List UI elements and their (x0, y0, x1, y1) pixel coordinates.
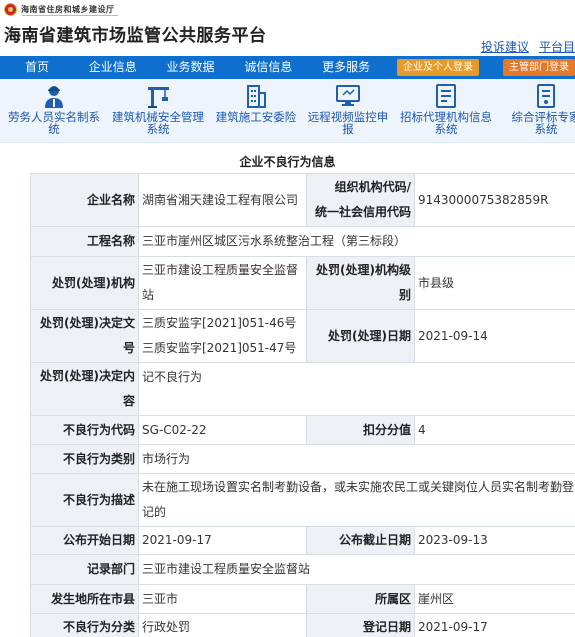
complaint-link[interactable]: 投诉建议 (481, 40, 529, 54)
table-row: 不良行为描述 未在施工现场设置实名制考勤设备，或未实施农民工或关键岗位人员实名制… (30, 473, 575, 527)
quick-link-expert-evaluation[interactable]: 综合评标专家 系统 (496, 83, 575, 135)
site-title: 海南省建筑市场监管公共服务平台 (4, 26, 267, 46)
agency-level-label: 处罚(处理)机构级别 (306, 256, 415, 310)
quick-link-machinery-safety[interactable]: 建筑机械安全管理 系统 (108, 83, 208, 135)
crane-icon (148, 87, 169, 108)
decision-content-value: 记不良行为 (138, 362, 575, 416)
city-value: 三亚市 (138, 584, 307, 614)
quick-link-label: 劳务人员实名制系统 (8, 110, 100, 136)
nav-enterprise-info[interactable]: 企业信息 (74, 56, 152, 79)
publish-end-label: 公布截止日期 (306, 526, 415, 555)
enterprise-login-button[interactable]: 企业及个人登录 (397, 59, 480, 76)
district-label: 所属区 (306, 584, 415, 614)
table-row: 企业名称 湖南省湘天建设工程有限公司 组织机构代码/统一社会信用代码 91430… (30, 173, 575, 227)
decision-content-label: 处罚(处理)决定内容 (30, 362, 139, 416)
violation-category-value: 市场行为 (138, 444, 575, 474)
table-row: 处罚(处理)机构 三亚市建设工程质量安全监督站 处罚(处理)机构级别 市县级 (30, 256, 575, 310)
quick-link-bidding-agency[interactable]: 招标代理机构信息 系统 (396, 83, 496, 135)
table-row: 处罚(处理)决定文号 三质安监字[2021]051-46号 三质安监字[2021]… (30, 309, 575, 363)
violation-info-table: 企业名称 湖南省湘天建设工程有限公司 组织机构代码/统一社会信用代码 91430… (30, 173, 575, 637)
nav-more-services[interactable]: 更多服务 (307, 56, 385, 79)
decision-number-label: 处罚(处理)决定文号 (30, 309, 139, 363)
table-row: 发生地所在市县 三亚市 所属区 崖州区 (30, 584, 575, 614)
table-row: 公布开始日期 2021-09-17 公布截止日期 2023-09-13 (30, 526, 575, 555)
table-row: 记录部门 三亚市建设工程质量安全监督站 (30, 554, 575, 585)
quick-link-labor-realname[interactable]: 劳务人员实名制系统 (4, 83, 104, 135)
quick-link-construction-safety[interactable]: 建筑施工安委险 (206, 83, 306, 123)
quick-link-video-monitoring[interactable]: 远程视频监控申报 (298, 83, 398, 135)
agency-label: 处罚(处理)机构 (30, 256, 139, 310)
quick-link-label: 建筑施工安委险 (215, 110, 297, 124)
violation-code-value: SG-C02-22 (138, 415, 307, 445)
district-value: 崖州区 (414, 584, 575, 614)
decision-number-value: 三质安监字[2021]051-46号 三质安监字[2021]051-47号 (138, 309, 307, 363)
org-code-label: 组织机构代码/统一社会信用代码 (306, 173, 415, 227)
quick-link-label: 建筑机械安全管理 系统 (112, 110, 204, 136)
emblem-icon (4, 3, 17, 16)
department-login-button[interactable]: 主管部门登录 (503, 59, 575, 76)
document-icon (436, 84, 456, 108)
record-dept-value: 三亚市建设工程质量安全监督站 (138, 554, 575, 585)
classification-value: 行政处罚 (138, 613, 307, 637)
table-row: 处罚(处理)决定内容 记不良行为 (30, 362, 575, 416)
quick-link-label: 招标代理机构信息 系统 (400, 110, 492, 136)
agency-level-value: 市县级 (414, 256, 575, 310)
building-icon (247, 85, 266, 108)
nav-credit-info[interactable]: 诚信信息 (229, 56, 307, 79)
worker-icon (45, 86, 63, 108)
top-links: 投诉建议 平台目 (471, 38, 575, 55)
project-name-value: 三亚市崖州区城区污水系统整治工程（第三标段） (138, 226, 575, 257)
table-row: 不良行为类别 市场行为 (30, 444, 575, 474)
quick-link-label: 综合评标专家 系统 (511, 110, 575, 136)
register-date-label: 登记日期 (306, 613, 415, 637)
nav-home[interactable]: 首页 (0, 56, 74, 79)
deduction-label: 扣分分值 (306, 415, 415, 445)
violation-description-value: 未在施工现场设置实名制考勤设备，或未实施农民工或关键岗位人员实名制考勤登 记的 (138, 473, 575, 527)
violation-description-label: 不良行为描述 (30, 473, 139, 527)
company-name-value: 湖南省湘天建设工程有限公司 (138, 173, 307, 227)
publish-end-value: 2023-09-13 (414, 526, 575, 555)
table-row: 工程名称 三亚市崖州区城区污水系统整治工程（第三标段） (30, 226, 575, 257)
main-nav: 首页 企业信息 业务数据 诚信信息 更多服务 企业及个人登录 主管部门登录 (0, 56, 575, 79)
publish-start-value: 2021-09-17 (138, 526, 307, 555)
violation-code-label: 不良行为代码 (30, 415, 139, 445)
platform-link[interactable]: 平台目 (539, 40, 575, 54)
section-title: 企业不良行为信息 (239, 155, 336, 169)
page-header: 海南省住房和城乡建设厅 海南省建筑市场监管公共服务平台 投诉建议 平台目 (0, 0, 575, 56)
register-date-value: 2021-09-17 (414, 613, 575, 637)
deduction-value: 4 (414, 415, 575, 445)
org-code-value: 9143000075382859R (414, 173, 575, 227)
publish-start-label: 公布开始日期 (30, 526, 139, 555)
quick-link-label: 远程视频监控申报 (307, 110, 389, 136)
project-name-label: 工程名称 (30, 226, 139, 257)
company-name-label: 企业名称 (30, 173, 139, 227)
nav-business-data[interactable]: 业务数据 (152, 56, 230, 79)
table-row: 不良行为代码 SG-C02-22 扣分分值 4 (30, 415, 575, 445)
classification-label: 不良行为分类 (30, 613, 139, 637)
city-label: 发生地所在市县 (30, 584, 139, 614)
agency-value: 三亚市建设工程质量安全监督站 (138, 256, 307, 310)
logo-divider (22, 15, 118, 16)
record-dept-label: 记录部门 (30, 554, 139, 585)
table-row: 不良行为分类 行政处罚 登记日期 2021-09-17 (30, 613, 575, 637)
decision-date-value: 2021-09-14 (414, 309, 575, 363)
quick-links-bar: 劳务人员实名制系统 建筑机械安全管理 系统 建筑施工安委险 远程视频监控申报 招… (0, 79, 575, 143)
violation-category-label: 不良行为类别 (30, 444, 139, 474)
decision-date-label: 处罚(处理)日期 (306, 309, 415, 363)
evaluation-icon (537, 84, 555, 108)
department-name: 海南省住房和城乡建设厅 (21, 5, 115, 14)
monitor-icon (336, 85, 360, 106)
